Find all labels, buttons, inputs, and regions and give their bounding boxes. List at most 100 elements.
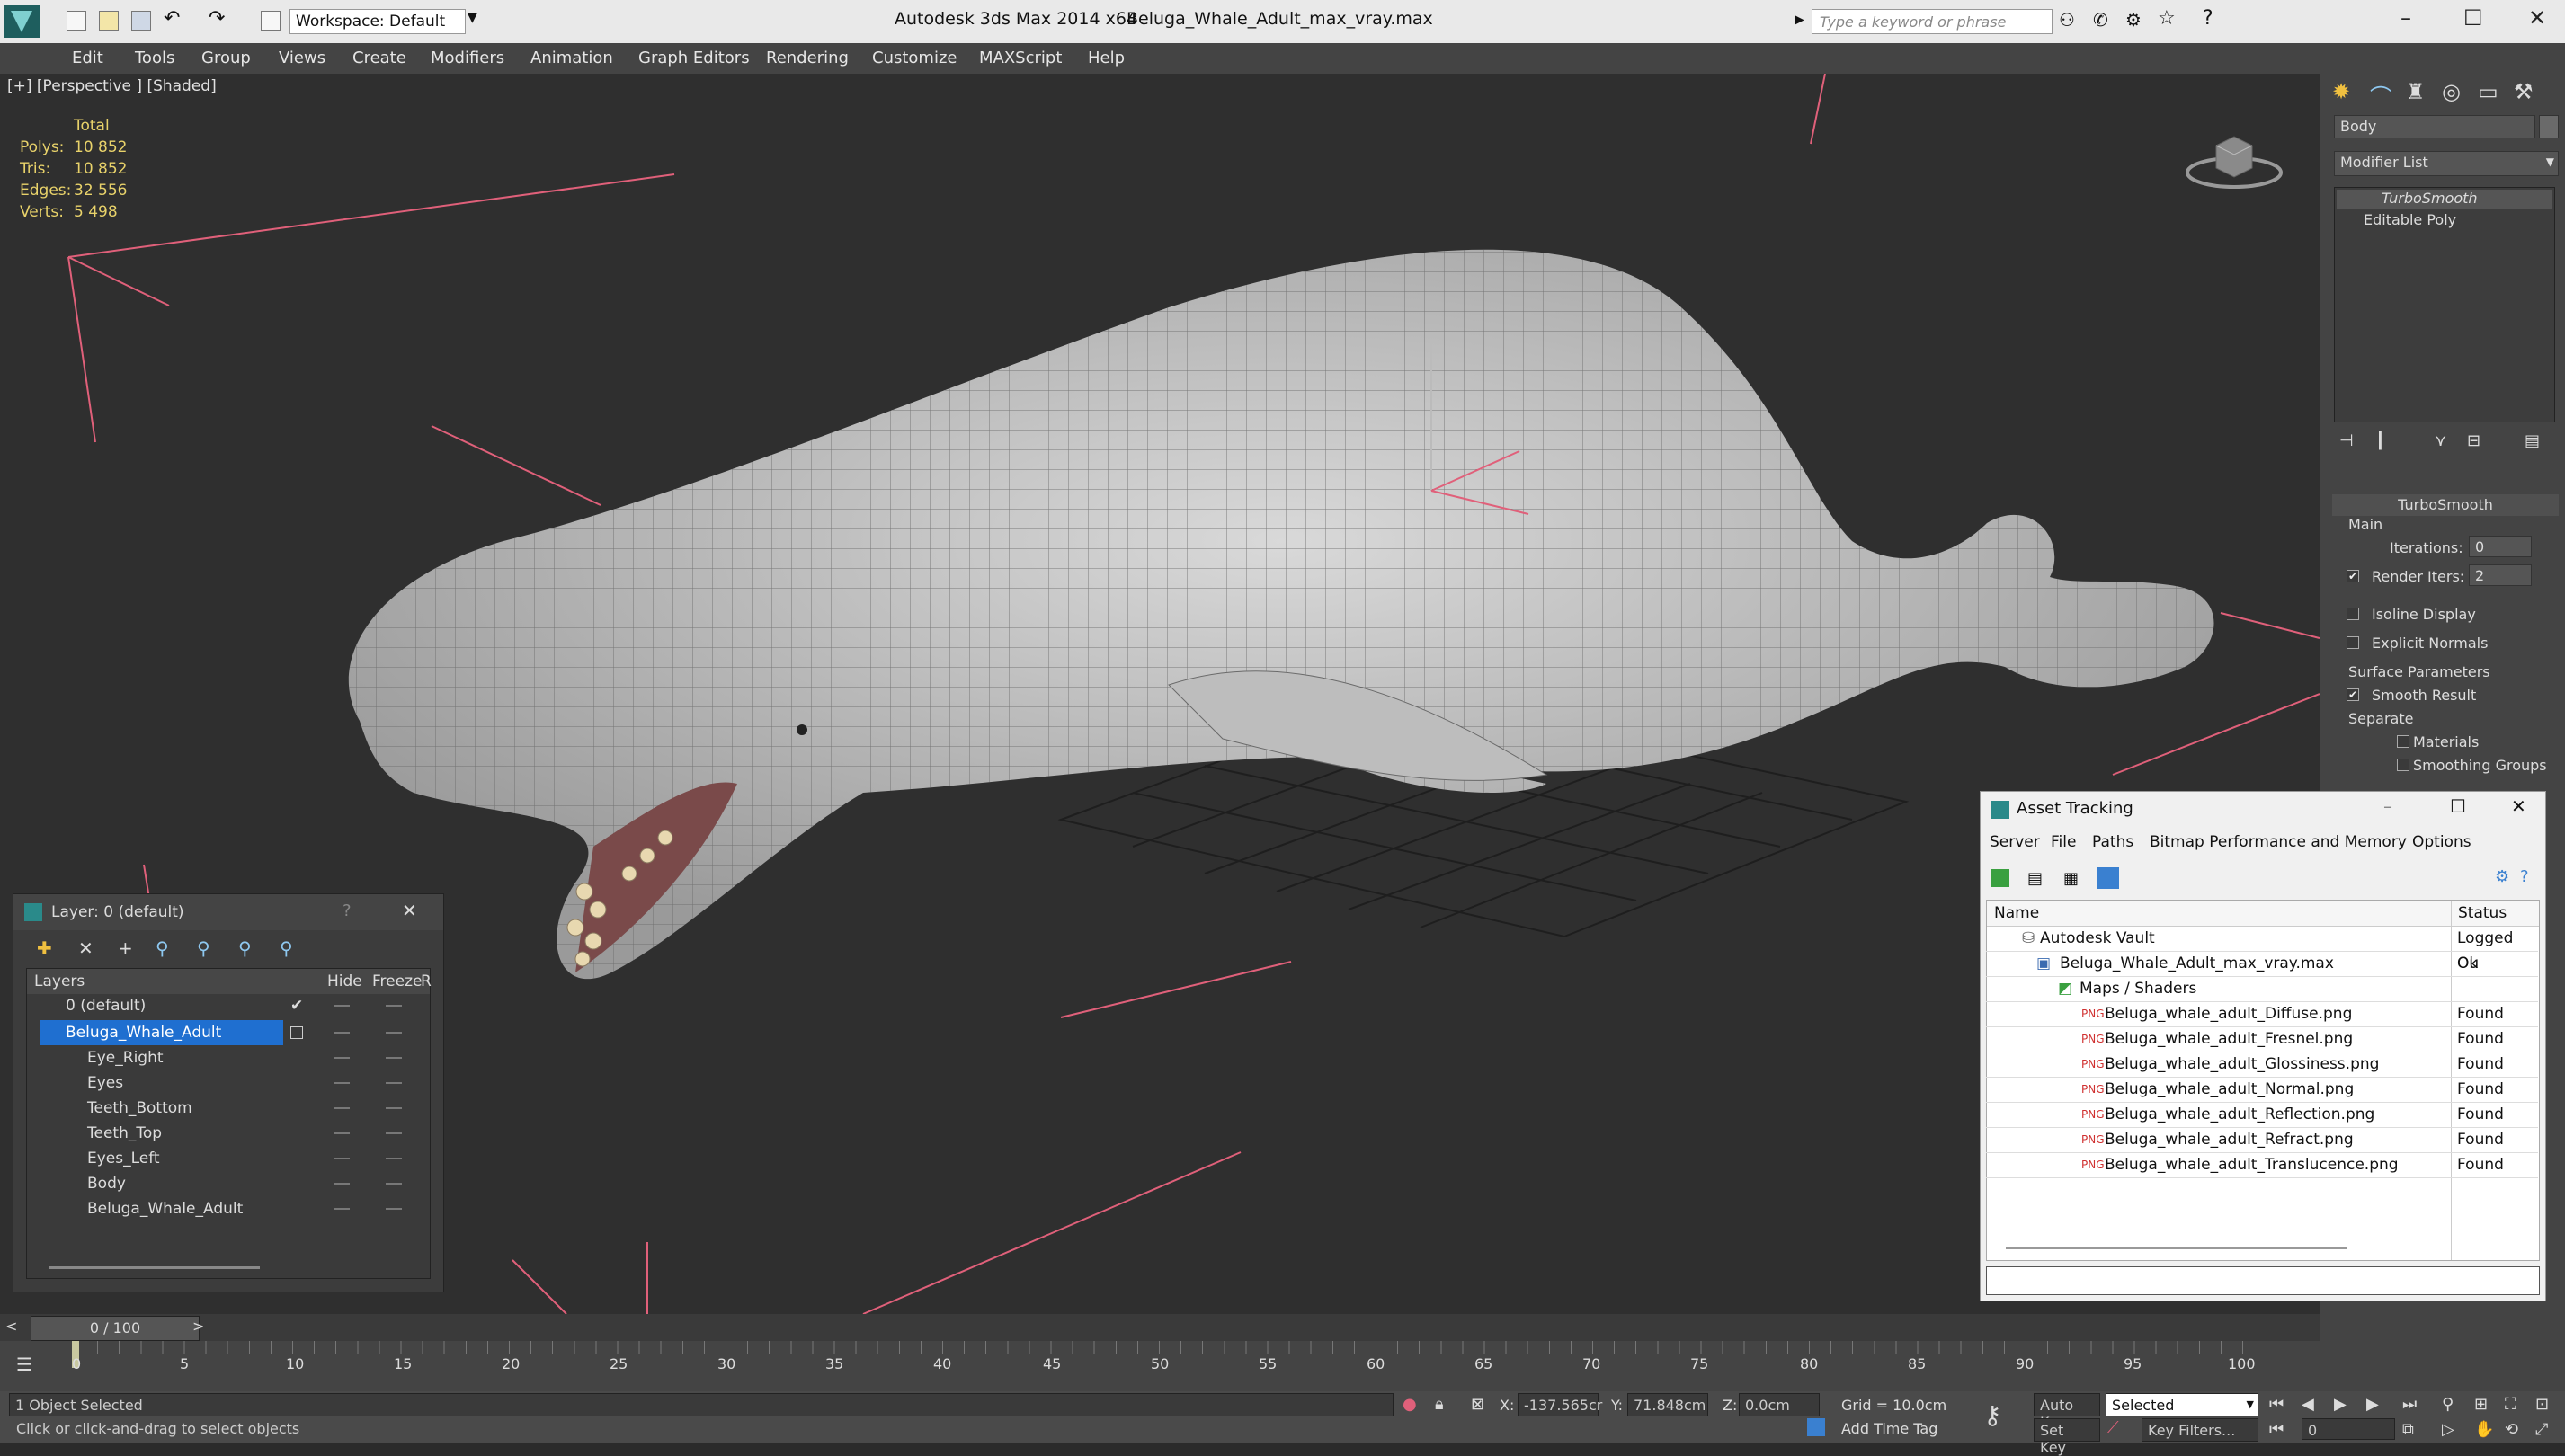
- exchange-icon[interactable]: ⚙: [2125, 9, 2142, 31]
- object-row[interactable]: Eyes: [30, 1070, 425, 1096]
- maximize-icon[interactable]: ☐: [2463, 5, 2483, 31]
- add-to-layer-icon[interactable]: +: [118, 937, 133, 959]
- chevron-down-icon[interactable]: ▼: [468, 11, 477, 25]
- time-slider[interactable]: < 0 / 100 >: [0, 1314, 2320, 1341]
- col-freeze[interactable]: Freeze: [372, 969, 422, 994]
- time-configuration-icon[interactable]: ⧉: [2402, 1420, 2414, 1439]
- freeze-toggle[interactable]: [386, 1032, 402, 1034]
- iterations-spinner[interactable]: 0: [2469, 536, 2532, 557]
- menu-group[interactable]: Group: [201, 49, 251, 67]
- explicit-normals-checkbox[interactable]: [2347, 636, 2359, 649]
- freeze-toggle[interactable]: [386, 1132, 402, 1134]
- hide-toggle[interactable]: [334, 1005, 350, 1007]
- hide-toggle[interactable]: [334, 1057, 350, 1059]
- go-to-start-icon[interactable]: ⏮: [2269, 1395, 2284, 1414]
- redo-icon[interactable]: ↷: [209, 7, 225, 30]
- asset-row[interactable]: PNG Beluga_whale_adult_Reflection.png Foun…: [1986, 1102, 2538, 1128]
- undo-icon[interactable]: ↶: [164, 7, 180, 30]
- mini-curve-editor-icon[interactable]: ☰: [16, 1354, 32, 1375]
- help-icon[interactable]: ?: [343, 901, 352, 920]
- object-row[interactable]: Body: [30, 1171, 425, 1196]
- menu-graph-editors[interactable]: Graph Editors: [638, 49, 750, 67]
- menu-views[interactable]: Views: [279, 49, 325, 67]
- modify-tab-icon[interactable]: ⌒: [2370, 79, 2391, 111]
- layer-row-selected[interactable]: Beluga_Whale_Adult: [30, 1020, 425, 1045]
- make-unique-icon[interactable]: ⋎: [2435, 431, 2446, 450]
- modifier-list-dropdown[interactable]: Modifier List ▼: [2334, 151, 2559, 176]
- play-arrow-icon[interactable]: ▶: [1795, 13, 1804, 27]
- time-prev-icon[interactable]: <: [5, 1318, 17, 1335]
- app-logo-icon[interactable]: [4, 5, 40, 38]
- isolate-selection-icon[interactable]: ●: [1403, 1395, 1417, 1414]
- zoom-extents-icon[interactable]: ⛶: [2505, 1395, 2516, 1414]
- hide-toggle[interactable]: [334, 1183, 350, 1185]
- col-layers[interactable]: Layers: [34, 969, 85, 994]
- close-icon[interactable]: ✕: [402, 900, 417, 921]
- selection-set-dropdown[interactable]: Selected ▼: [2106, 1393, 2258, 1416]
- asset-row[interactable]: PNG Beluga_whale_adult_Fresnel.png Found: [1986, 1026, 2538, 1052]
- maximize-icon[interactable]: ☐: [2450, 795, 2466, 817]
- object-row[interactable]: Beluga_Whale_Adult: [30, 1196, 425, 1221]
- next-frame-icon[interactable]: ▶: [2366, 1395, 2379, 1414]
- asset-row[interactable]: PNG Beluga_whale_adult_Glossiness.png Foun…: [1986, 1052, 2538, 1078]
- menu-customize[interactable]: Customize: [872, 49, 957, 67]
- minimize-icon[interactable]: –: [2383, 795, 2392, 817]
- layer-row[interactable]: 0 (default) ✔: [30, 993, 425, 1018]
- hide-toggle[interactable]: [334, 1082, 350, 1084]
- highlight-layer-icon[interactable]: ⚲: [197, 937, 210, 959]
- project-folder-icon[interactable]: [261, 11, 281, 31]
- orbit-icon[interactable]: ⟲: [2505, 1420, 2518, 1439]
- asset-path-field[interactable]: [1986, 1266, 2540, 1295]
- configure-sets-icon[interactable]: ▤: [2525, 431, 2540, 450]
- key-mode-toggle-icon[interactable]: ⏮: [2269, 1420, 2284, 1439]
- freeze-toggle[interactable]: [386, 1107, 402, 1109]
- object-name-field[interactable]: Body: [2334, 115, 2535, 138]
- stack-item-editable-poly[interactable]: Editable Poly: [2337, 211, 2552, 231]
- utilities-tab-icon[interactable]: ⚒: [2514, 79, 2534, 104]
- hide-toggle[interactable]: [334, 1032, 350, 1034]
- auto-key-button[interactable]: Auto Key: [2034, 1393, 2100, 1431]
- asset-menu-bitmap-performance[interactable]: Bitmap Performance and Memory: [2150, 833, 2407, 851]
- table-view-icon[interactable]: [2097, 867, 2119, 889]
- new-layer-icon[interactable]: ✚: [37, 937, 52, 959]
- asset-menu-server[interactable]: Server: [1990, 833, 2040, 851]
- hide-toggle[interactable]: [334, 1158, 350, 1159]
- menu-maxscript[interactable]: MAXScript: [979, 49, 1062, 67]
- hierarchy-tab-icon[interactable]: ♜: [2406, 79, 2426, 104]
- render-iters-spinner[interactable]: 2: [2469, 564, 2532, 586]
- col-render[interactable]: R: [421, 969, 432, 994]
- materials-checkbox[interactable]: [2397, 735, 2409, 748]
- go-to-end-icon[interactable]: ⏭: [2402, 1395, 2417, 1414]
- asset-menu-options[interactable]: Options: [2412, 833, 2471, 851]
- thumbnail-view-icon[interactable]: ▦: [2063, 869, 2079, 888]
- time-tag-icon[interactable]: [1807, 1418, 1825, 1436]
- smooth-result-checkbox[interactable]: ✔: [2347, 688, 2359, 701]
- open-file-icon[interactable]: [99, 11, 119, 31]
- pan-icon[interactable]: ✋: [2474, 1420, 2494, 1439]
- motion-tab-icon[interactable]: ◎: [2442, 79, 2461, 104]
- isoline-display-checkbox[interactable]: [2347, 608, 2359, 620]
- current-frame-field[interactable]: 0: [2302, 1418, 2395, 1440]
- object-row[interactable]: Teeth_Bottom: [30, 1096, 425, 1121]
- list-view-icon[interactable]: ▤: [2027, 869, 2043, 888]
- set-key-button[interactable]: Set Key: [2034, 1418, 2100, 1456]
- time-slider-thumb[interactable]: 0 / 100: [31, 1316, 200, 1341]
- zoom-icon[interactable]: ⚲: [2442, 1395, 2454, 1414]
- time-next-icon[interactable]: >: [192, 1318, 204, 1335]
- object-row[interactable]: Eye_Right: [30, 1045, 425, 1070]
- asset-row[interactable]: ⛁ Autodesk Vault Logged Ou: [1986, 926, 2538, 972]
- delete-layer-icon[interactable]: ✕: [78, 937, 94, 959]
- absolute-mode-icon[interactable]: ⊠: [1471, 1395, 1484, 1414]
- show-end-result-icon[interactable]: ┃: [2375, 431, 2385, 450]
- freeze-toggle[interactable]: [386, 1183, 402, 1185]
- object-row[interactable]: Eyes_Left: [30, 1146, 425, 1171]
- remove-modifier-icon[interactable]: ⊟: [2467, 431, 2480, 450]
- horizontal-scrollbar[interactable]: [49, 1266, 260, 1269]
- previous-frame-icon[interactable]: ◀: [2302, 1395, 2314, 1414]
- asset-scrollbar[interactable]: [2006, 1247, 2347, 1249]
- menu-modifiers[interactable]: Modifiers: [431, 49, 504, 67]
- freeze-toggle[interactable]: [386, 1082, 402, 1084]
- close-icon[interactable]: ✕: [2528, 5, 2546, 31]
- object-color-swatch[interactable]: [2539, 115, 2559, 138]
- hide-toggle[interactable]: [334, 1132, 350, 1134]
